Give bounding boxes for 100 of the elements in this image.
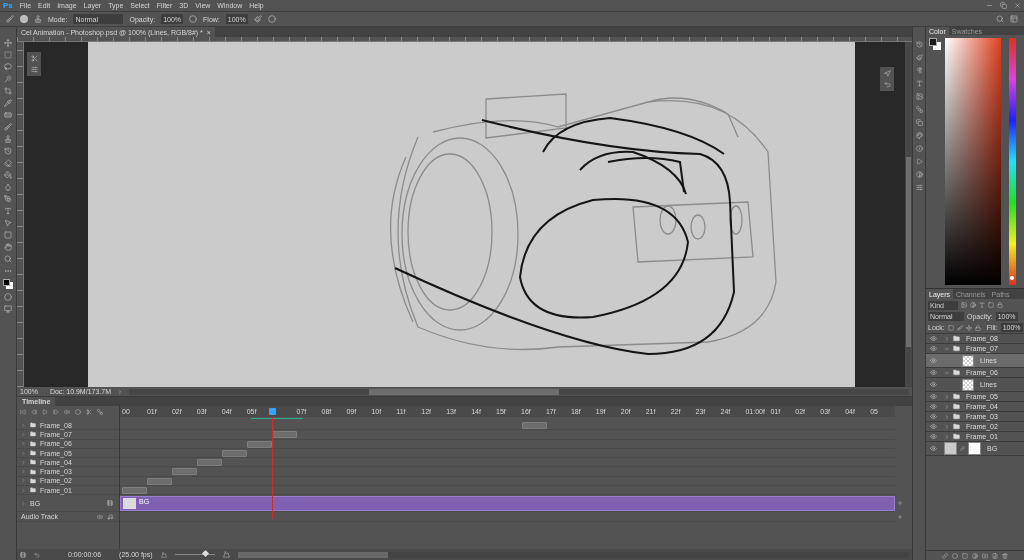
workspace-icon[interactable] — [1010, 15, 1018, 23]
speaker-icon[interactable] — [64, 408, 70, 415]
frame-clip[interactable] — [221, 449, 247, 457]
brush-icon[interactable] — [6, 15, 14, 23]
chevron-right-icon[interactable] — [944, 433, 950, 440]
chevron-right-icon[interactable] — [944, 413, 950, 420]
contrast-icon[interactable] — [915, 171, 923, 178]
stamp-icon[interactable] — [34, 15, 42, 23]
hue-slider-thumb[interactable] — [1010, 276, 1014, 281]
speaker-icon[interactable] — [97, 513, 103, 520]
skip-back-icon[interactable] — [20, 408, 26, 415]
new-folder-icon[interactable] — [982, 552, 988, 559]
airbrush-icon[interactable] — [253, 15, 262, 23]
crop-icon[interactable] — [4, 87, 12, 95]
link-icon[interactable] — [942, 552, 948, 559]
eye-icon[interactable] — [930, 335, 937, 342]
eraser-icon[interactable] — [4, 159, 12, 167]
hand-icon[interactable] — [4, 243, 12, 251]
clone-icon[interactable] — [915, 119, 923, 126]
paint-bucket-icon[interactable] — [4, 171, 12, 179]
frame-clip[interactable] — [247, 440, 272, 448]
rectangle-icon[interactable] — [4, 231, 12, 239]
wand-icon[interactable] — [4, 75, 12, 83]
mountain-icon[interactable] — [222, 551, 230, 558]
image-icon[interactable] — [961, 302, 967, 308]
vertical-scrollbar[interactable] — [905, 42, 912, 387]
dashed-square-icon[interactable] — [4, 51, 12, 59]
type-icon[interactable] — [979, 302, 985, 308]
frame-clip[interactable] — [197, 459, 222, 467]
eye-icon[interactable] — [930, 413, 937, 420]
frame-clip[interactable] — [521, 422, 547, 429]
play-icon[interactable] — [42, 408, 48, 415]
navigation-icon[interactable] — [883, 70, 891, 77]
eye-icon[interactable] — [930, 345, 937, 352]
pen-icon[interactable] — [4, 195, 12, 203]
adjustment-icon[interactable] — [972, 552, 978, 559]
close-icon[interactable] — [1014, 2, 1021, 9]
minimize-icon[interactable] — [986, 2, 993, 9]
history-icon[interactable] — [915, 41, 923, 48]
color-swatches-icon[interactable] — [929, 38, 941, 50]
droplet-icon[interactable] — [4, 183, 12, 191]
shape-icon[interactable] — [988, 302, 994, 308]
type-icon[interactable] — [4, 207, 12, 215]
scissors-icon[interactable] — [30, 55, 38, 62]
undo-icon[interactable] — [883, 81, 891, 88]
brush-size-preview[interactable] — [20, 15, 28, 23]
search-icon[interactable] — [996, 15, 1004, 23]
chevron-right-icon[interactable] — [944, 335, 950, 342]
film-icon[interactable] — [107, 500, 113, 507]
horizontal-scrollbar[interactable] — [129, 388, 909, 395]
add-icon[interactable] — [897, 500, 903, 506]
chevron-right-icon[interactable] — [944, 393, 950, 400]
brush-icon[interactable] — [4, 123, 12, 131]
chevron-right-icon[interactable] — [21, 500, 26, 506]
lock-icon[interactable] — [997, 302, 1003, 308]
frame-clip[interactable] — [272, 431, 297, 439]
eye-icon[interactable] — [930, 433, 937, 440]
eye-icon[interactable] — [930, 369, 937, 376]
chevron-down-icon[interactable] — [944, 369, 950, 376]
eyedropper-icon[interactable] — [4, 99, 12, 107]
zoom-icon[interactable] — [4, 255, 12, 263]
step-forward-icon[interactable] — [53, 408, 59, 415]
restore-icon[interactable] — [1000, 2, 1007, 9]
move-icon[interactable] — [4, 39, 12, 47]
brush-icon[interactable] — [956, 324, 963, 331]
history-icon[interactable] — [4, 147, 12, 155]
film-icon[interactable] — [20, 551, 26, 558]
color-swatches-icon[interactable] — [3, 279, 13, 289]
eye-icon[interactable] — [930, 357, 937, 364]
bandage-icon[interactable] — [4, 111, 12, 119]
brush-icon[interactable] — [915, 54, 923, 61]
frame-clip[interactable] — [122, 487, 147, 495]
character-icon[interactable] — [915, 80, 923, 87]
frame-clip[interactable] — [172, 468, 197, 476]
more-icon[interactable] — [4, 267, 12, 275]
new-layer-icon[interactable] — [992, 552, 998, 559]
scissors-icon[interactable] — [86, 408, 92, 415]
trash-icon[interactable] — [1002, 552, 1008, 559]
step-back-icon[interactable] — [31, 408, 37, 415]
lasso-icon[interactable] — [4, 63, 12, 71]
move-icon[interactable] — [965, 324, 972, 331]
mountain-icon[interactable] — [160, 551, 167, 558]
info-icon[interactable] — [915, 145, 923, 152]
playhead-handle[interactable] — [268, 408, 276, 415]
sliders-icon[interactable] — [915, 184, 923, 191]
chevron-down-icon[interactable] — [944, 345, 950, 352]
eye-icon[interactable] — [930, 403, 937, 410]
play-icon[interactable] — [915, 158, 923, 165]
screen-mode-icon[interactable] — [4, 305, 12, 313]
eye-icon[interactable] — [930, 445, 937, 452]
contrast-icon[interactable] — [970, 302, 976, 308]
color-field[interactable] — [945, 38, 1001, 285]
frame-clip[interactable] — [146, 477, 172, 485]
palette-icon[interactable] — [915, 132, 923, 139]
eye-icon[interactable] — [930, 423, 937, 430]
pointer-icon[interactable] — [4, 219, 12, 227]
music-icon[interactable] — [107, 513, 113, 520]
chevron-right-icon[interactable] — [944, 403, 950, 410]
sliders-icon[interactable] — [30, 66, 38, 73]
image-icon[interactable] — [915, 93, 923, 100]
